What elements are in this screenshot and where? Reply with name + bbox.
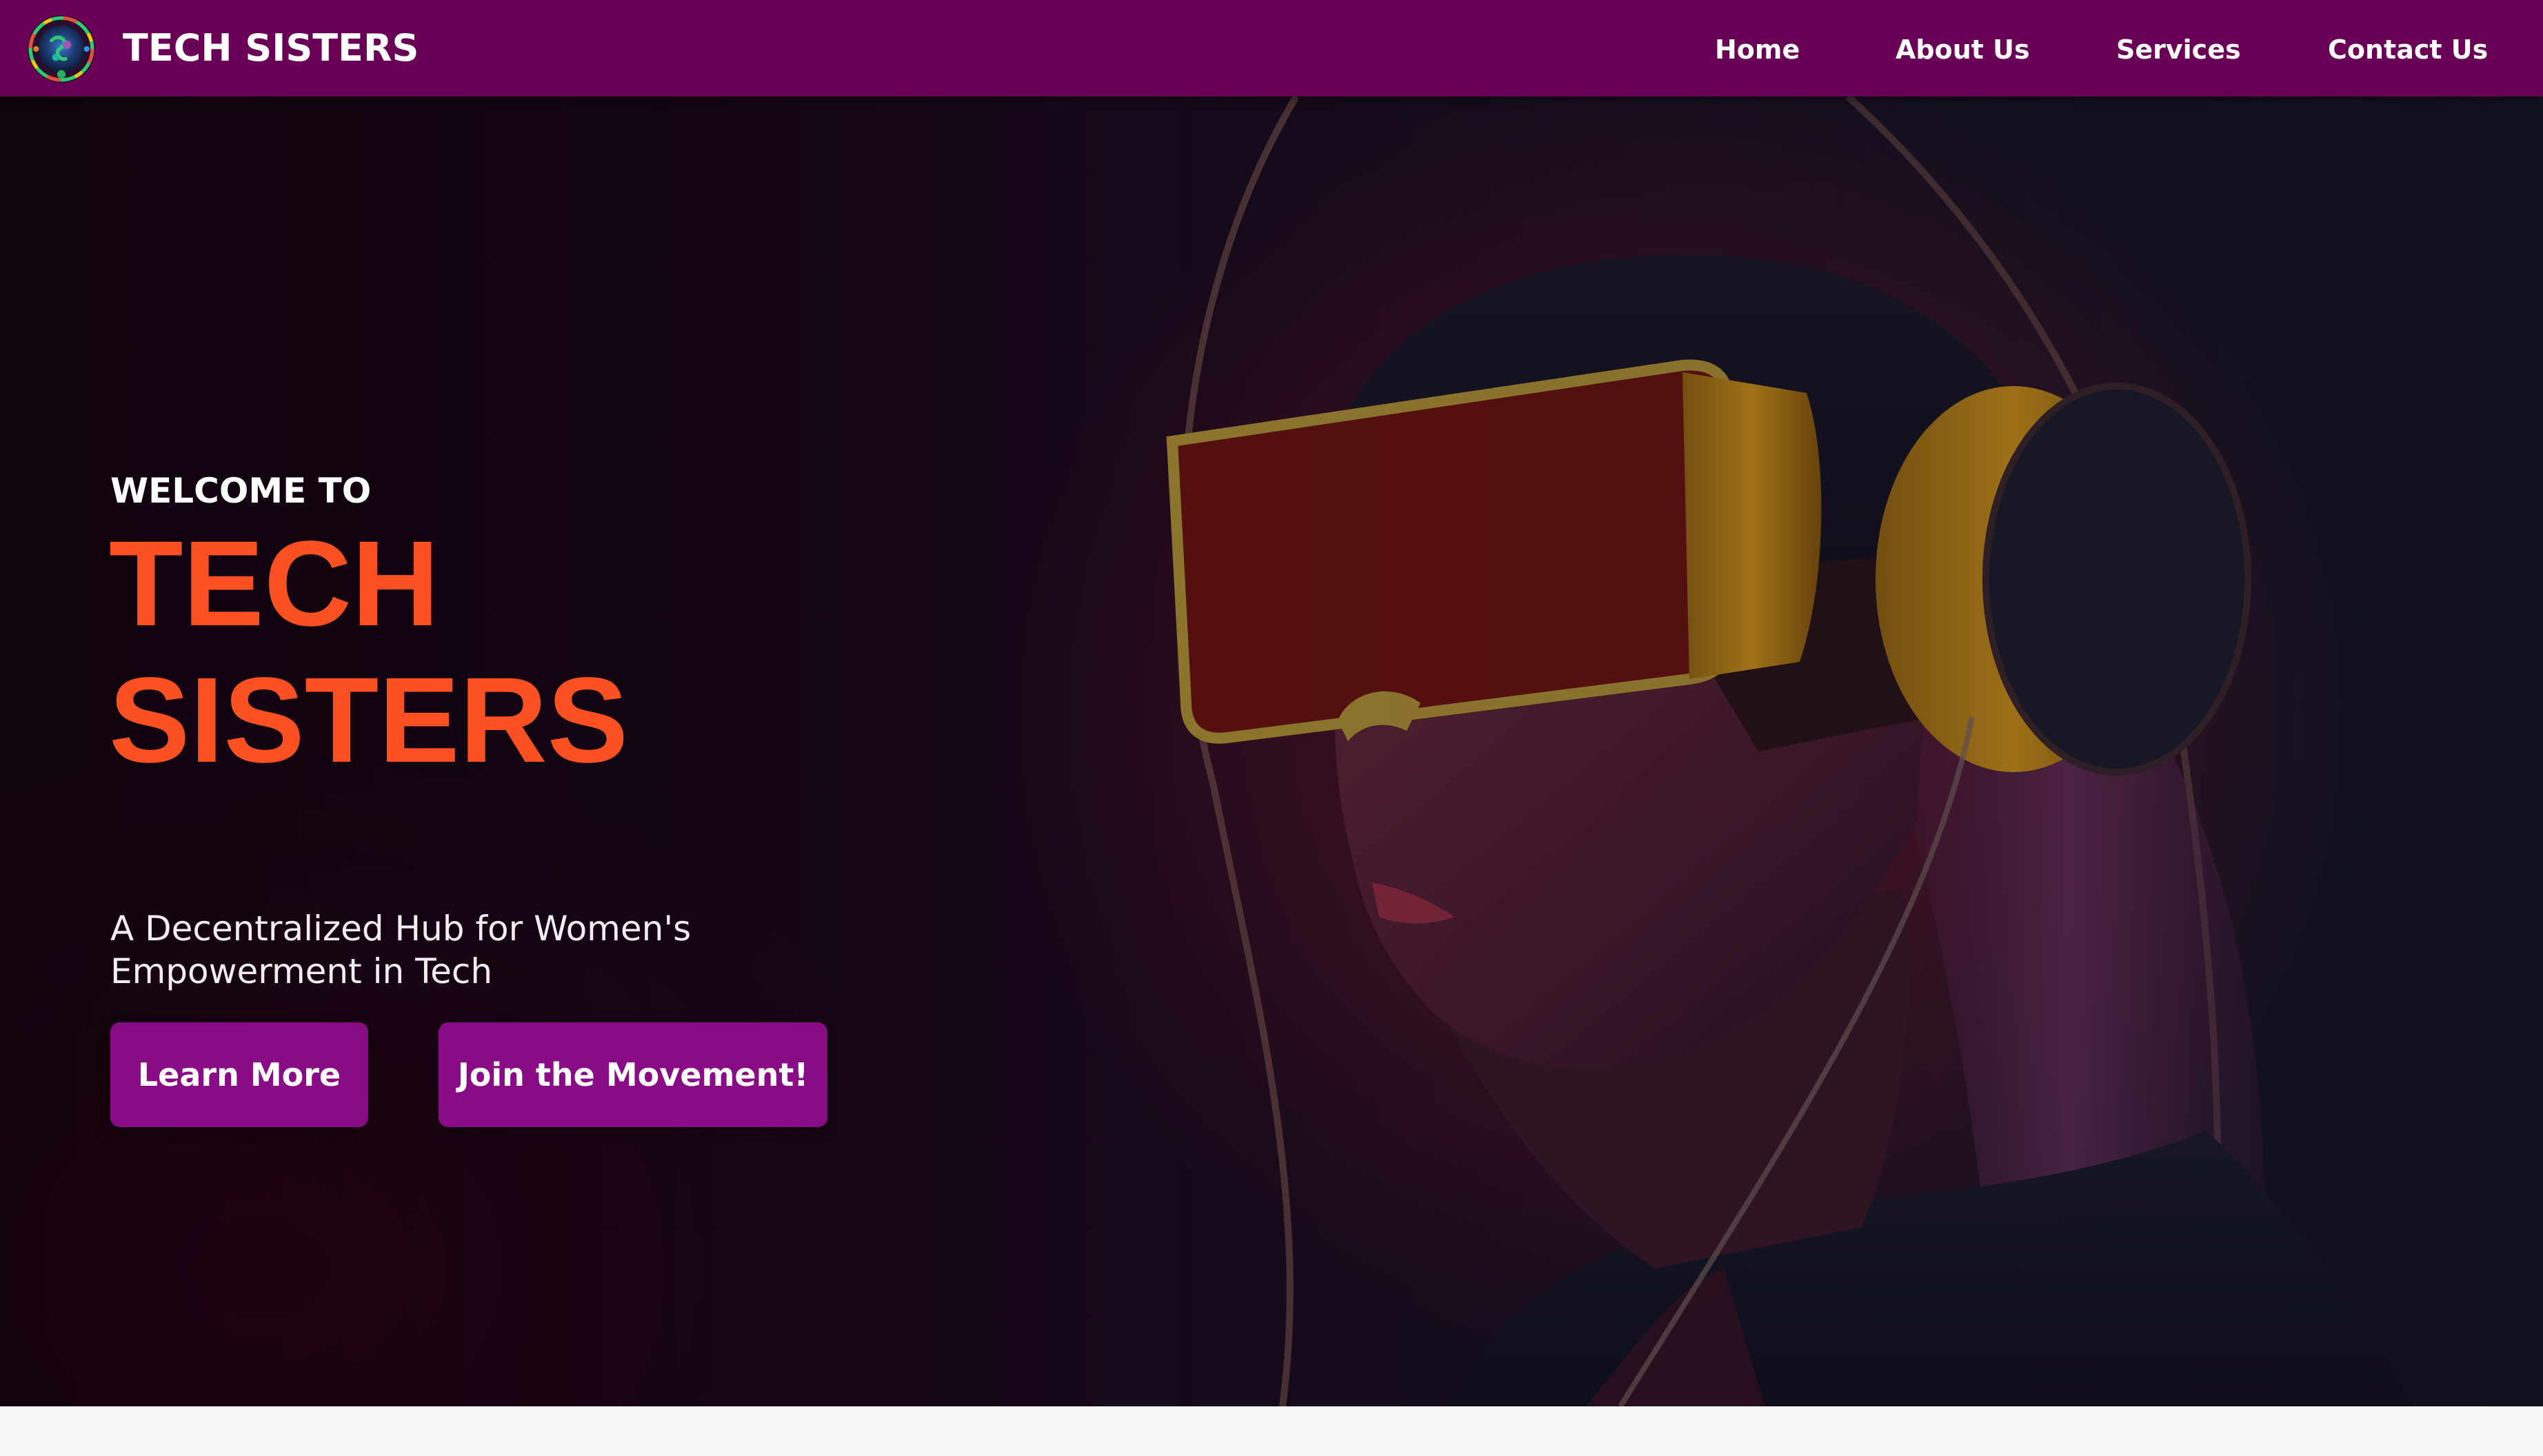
hero-title-line-2: SISTERS [109, 653, 629, 788]
tagline-line-2: Empowerment in Tech [110, 951, 493, 991]
navbar: TECH SISTERS Home About Us Services Cont… [0, 0, 2543, 97]
hero-title: TECH SISTERS [109, 516, 730, 789]
nav-link-services[interactable]: Services [2116, 30, 2241, 69]
hero-tagline: A Decentralized Hub for Women's Empowerm… [110, 907, 703, 993]
nav-link-home[interactable]: Home [1715, 30, 1800, 69]
nav-link-about-us[interactable]: About Us [1896, 30, 2030, 69]
hero-section: WELCOME TO TECH SISTERS A Decentralized … [0, 97, 2543, 1406]
next-section-edge [0, 1406, 2543, 1456]
globe-logo-icon[interactable] [26, 14, 97, 84]
tagline-line-1: A Decentralized Hub for Women's [110, 909, 692, 949]
join-movement-button[interactable]: Join the Movement! [439, 1022, 827, 1127]
learn-more-button[interactable]: Learn More [110, 1022, 368, 1127]
nav-link-contact-us[interactable]: Contact Us [2328, 30, 2488, 69]
page: TECH SISTERS Home About Us Services Cont… [0, 0, 2543, 1456]
welcome-text: WELCOME TO [110, 471, 372, 511]
hero-title-line-1: TECH [109, 516, 440, 651]
brand-name[interactable]: TECH SISTERS [123, 23, 419, 73]
